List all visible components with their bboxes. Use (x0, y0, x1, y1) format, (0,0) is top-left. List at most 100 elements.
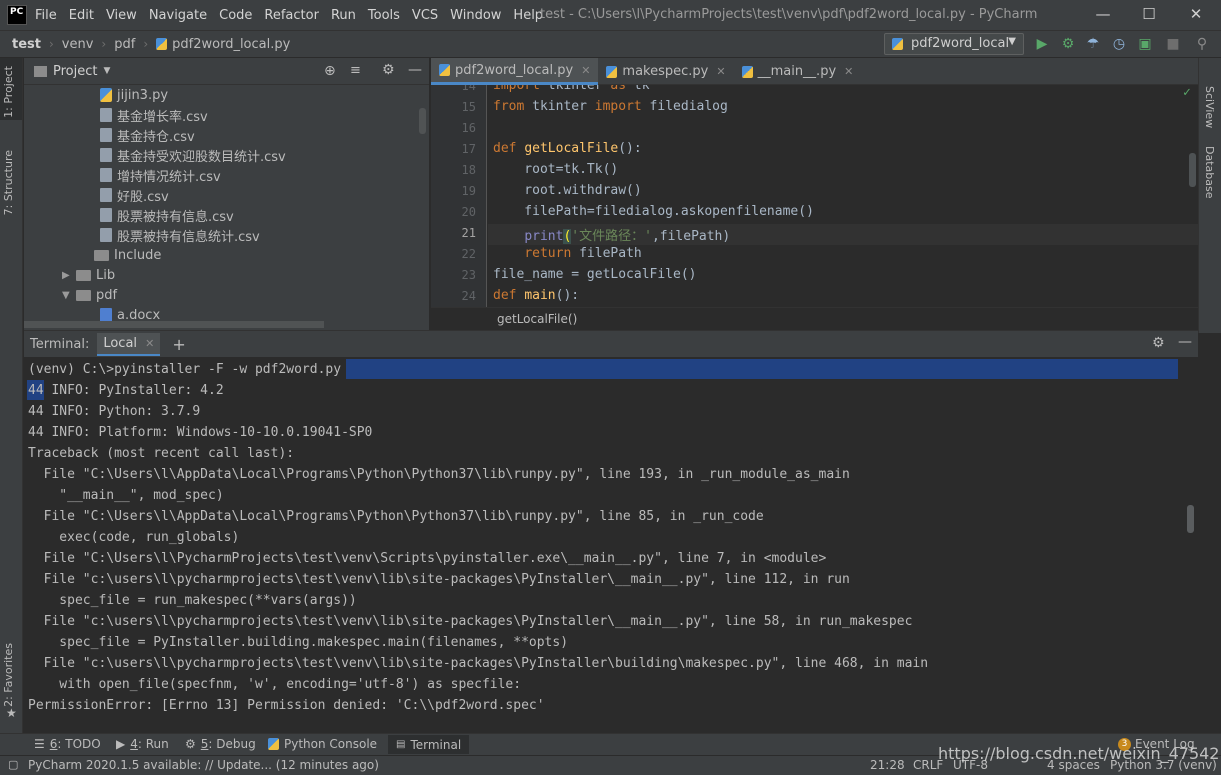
close-icon[interactable]: ✕ (1186, 5, 1206, 23)
menu-edit[interactable]: Edit (69, 8, 94, 23)
status-message[interactable]: PyCharm 2020.1.5 available: // Update...… (28, 758, 379, 772)
new-terminal-icon[interactable]: + (172, 335, 185, 354)
breadcrumb-file[interactable]: pdf2word_local.py (172, 37, 290, 52)
tree-item-label: Include (114, 247, 162, 263)
close-tab-icon[interactable]: ✕ (145, 337, 154, 350)
chevron-right-icon[interactable]: ▶ (62, 270, 76, 281)
minimize-icon[interactable]: — (1093, 5, 1113, 23)
breadcrumb-project[interactable]: test (12, 37, 41, 52)
coverage-icon[interactable]: ☂ (1084, 36, 1102, 52)
folder-icon (76, 269, 91, 281)
menu-window[interactable]: Window (450, 8, 501, 23)
function-name: getLocalFile (524, 141, 619, 156)
menu-tools[interactable]: Tools (368, 8, 400, 23)
terminal-line: File "C:\Users\l\AppData\Local\Programs\… (28, 467, 850, 482)
python-console-tool-button[interactable]: Python Console (268, 737, 377, 751)
hide-icon[interactable]: — (1178, 334, 1192, 350)
code-text: filedialog (641, 99, 728, 114)
code-text: ,filePath) (651, 229, 731, 244)
menu-code[interactable]: Code (219, 8, 252, 23)
close-tab-icon[interactable]: ✕ (581, 64, 590, 77)
terminal-line: spec_file = run_makespec(**vars(args)) (28, 593, 357, 608)
editor-breadcrumb[interactable]: getLocalFile() (431, 307, 1198, 330)
gear-icon[interactable]: ⚙ (1152, 335, 1165, 351)
code-line-23: file_name = getLocalFile() (493, 267, 697, 282)
terminal-tool-button[interactable]: ▤ Terminal (388, 735, 470, 754)
horizontal-scrollbar[interactable] (24, 321, 324, 328)
terminal-scrollbar[interactable] (1187, 505, 1194, 533)
locate-icon[interactable]: ⊕ (324, 63, 336, 79)
chevron-down-icon[interactable]: ▼ (103, 66, 110, 76)
chevron-down-icon[interactable]: ▼ (62, 290, 76, 301)
stop-icon[interactable]: ■ (1164, 36, 1182, 52)
debug-icon[interactable]: ⚙ (1059, 36, 1077, 52)
menu-view[interactable]: View (106, 8, 137, 23)
terminal-line: 44 INFO: Python: 3.7.9 (28, 404, 201, 419)
favorites-tool-tab[interactable]: 2: Favorites (2, 643, 15, 707)
tree-folder-lib[interactable]: ▶ Lib (62, 265, 115, 285)
maximize-icon[interactable]: ☐ (1139, 5, 1159, 23)
menu-refactor[interactable]: Refactor (264, 8, 319, 23)
tree-item-csv[interactable]: 增持情况统计.csv (100, 165, 221, 185)
tree-item-csv[interactable]: 股票被持有信息.csv (100, 205, 234, 225)
database-tool-tab[interactable]: Database (1203, 146, 1216, 199)
inspection-ok-icon[interactable]: ✓ (1183, 85, 1191, 100)
line-number: 20 (461, 205, 476, 219)
run-icon[interactable]: ▶ (1033, 36, 1051, 52)
project-panel-title[interactable]: Project (53, 64, 97, 79)
run-tool-button[interactable]: ▶ 4: Run (116, 737, 169, 751)
keyword: from (493, 99, 525, 114)
code-text: (): (618, 141, 642, 156)
menu-help[interactable]: Help (513, 8, 543, 23)
profile-icon[interactable]: ◷ (1110, 36, 1128, 52)
tree-item-csv[interactable]: 基金持受欢迎股数目统计.csv (100, 145, 286, 165)
tree-item-csv[interactable]: 好股.csv (100, 185, 169, 205)
tree-item-csv[interactable]: 基金持仓.csv (100, 125, 195, 145)
menu-run[interactable]: Run (331, 8, 356, 23)
tree-item-csv[interactable]: 基金增长率.csv (100, 105, 208, 125)
build-icon[interactable]: ▣ (1136, 36, 1154, 52)
editor-scrollbar[interactable] (1189, 153, 1196, 187)
vertical-scrollbar[interactable] (419, 108, 426, 134)
menu-file[interactable]: File (35, 8, 57, 23)
tree-item-jijin3[interactable]: jijin3.py (100, 85, 168, 105)
terminal-line: File "c:\users\l\pycharmprojects\test\ve… (28, 572, 850, 587)
sciview-tool-tab[interactable]: SciView (1203, 86, 1216, 128)
terminal-line: exec(code, run_globals) (28, 530, 240, 545)
structure-tool-tab[interactable]: 7: Structure (2, 150, 15, 215)
close-tab-icon[interactable]: ✕ (716, 65, 725, 78)
run-configuration-select[interactable]: pdf2word_local ▼ (884, 33, 1024, 55)
pycharm-logo: PC (7, 5, 27, 25)
tab-makespec[interactable]: makespec.py ✕ (598, 58, 733, 85)
terminal-output[interactable]: (venv) C:\>pyinstaller -F -w pdf2word.py… (24, 357, 1198, 730)
debug-tool-button[interactable]: ⚙ 5: Debug (185, 737, 256, 751)
code-editor[interactable]: 14 15 16 17 18 19 20 21 22 23 24 import … (431, 85, 1198, 307)
debug-number: 5 (200, 737, 209, 751)
search-everywhere-icon[interactable]: ⚲ (1193, 36, 1211, 52)
python-file-icon (606, 65, 618, 78)
star-icon: ★ (6, 706, 17, 720)
collapse-all-icon[interactable]: ≡ (350, 63, 361, 78)
tab-main[interactable]: __main__.py ✕ (734, 58, 862, 85)
caret-position[interactable]: 21:28 (870, 758, 905, 772)
folder-icon (34, 65, 47, 77)
tree-item-csv[interactable]: 股票被持有信息统计.csv (100, 225, 260, 245)
gear-icon[interactable]: ⚙ (382, 62, 395, 78)
menu-vcs[interactable]: VCS (412, 8, 438, 23)
keyword: def (493, 288, 517, 303)
breadcrumb-pdf[interactable]: pdf (114, 37, 135, 52)
tree-folder-include[interactable]: Include (80, 245, 161, 265)
tree-folder-pdf[interactable]: ▼ pdf (62, 285, 117, 305)
project-tool-tab[interactable]: 1: Project (2, 66, 15, 118)
python-file-icon (156, 38, 168, 50)
tab-pdf2word-local[interactable]: pdf2word_local.py ✕ (431, 58, 599, 85)
todo-tool-button[interactable]: ☰ 6: TODO (34, 737, 101, 751)
title-bar: PC File Edit View Navigate Code Refactor… (0, 0, 1221, 30)
hide-icon[interactable]: — (408, 62, 422, 78)
terminal-tab-local[interactable]: Local ✕ (97, 332, 161, 356)
code-line-21: print('文件路径：',filePath) (493, 225, 730, 244)
menu-navigate[interactable]: Navigate (149, 8, 207, 23)
close-tab-icon[interactable]: ✕ (844, 65, 853, 78)
breadcrumb-venv[interactable]: venv (62, 37, 94, 52)
line-number: 21 (461, 226, 476, 240)
